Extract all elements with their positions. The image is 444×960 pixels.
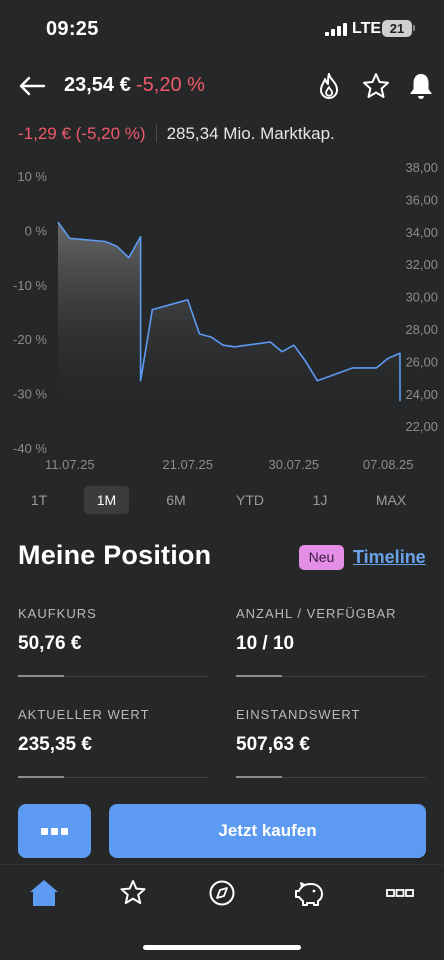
y-left-tick-label: -30 % (13, 387, 47, 402)
star-icon[interactable] (115, 876, 151, 910)
stat-value: 10 / 10 (236, 633, 295, 654)
stat-label: ANZAHL / VERFÜGBAR (236, 606, 397, 621)
tabbar-divider (0, 864, 444, 865)
range-tab-1j[interactable]: 1J (303, 486, 337, 514)
home-icon[interactable] (26, 876, 62, 910)
x-tick-label: 07.08.25 (363, 457, 414, 472)
y-right-tick-label: 26,00 (405, 354, 438, 369)
price-summary: -1,29 € (-5,20 %) 285,34 Mio. Marktkap. (18, 124, 335, 146)
x-tick-label: 30.07.25 (269, 457, 320, 472)
stat-purchase-price: KAUFKURS 50,76 € (18, 606, 208, 677)
stat-value: 507,63 € (236, 734, 310, 755)
y-left-tick-label: 0 % (25, 223, 48, 238)
star-icon[interactable] (360, 70, 392, 102)
y-right-tick-label: 38,00 (405, 160, 438, 175)
flame-icon[interactable] (313, 70, 345, 102)
stat-divider-highlight (236, 776, 282, 778)
y-left-tick-label: 10 % (17, 169, 47, 184)
stat-divider-highlight (18, 675, 64, 677)
buy-button[interactable]: Jetzt kaufen (109, 804, 426, 858)
y-right-tick-label: 22,00 (405, 419, 438, 434)
range-tab-ytd[interactable]: YTD (228, 486, 272, 514)
timeline-link[interactable]: Timeline (353, 547, 426, 568)
dot (51, 827, 58, 835)
status-bar: 09:25 LTE 21 (0, 0, 444, 56)
y-right-tick-label: 34,00 (405, 225, 438, 240)
range-tab-max[interactable]: MAX (368, 486, 414, 514)
bell-icon[interactable] (405, 70, 437, 102)
compass-icon[interactable] (204, 876, 240, 910)
range-tab-1t[interactable]: 1T (22, 486, 56, 514)
home-indicator (143, 945, 301, 950)
y-right-tick-label: 28,00 (405, 322, 438, 337)
stat-label: AKTUELLER WERT (18, 707, 150, 722)
battery-tip (413, 25, 415, 31)
new-badge: Neu (299, 545, 344, 570)
range-tab-1m[interactable]: 1M (84, 486, 129, 514)
y-right-tick-label: 36,00 (405, 192, 438, 207)
y-right-tick-label: 32,00 (405, 257, 438, 272)
y-left-tick-label: -10 % (13, 278, 47, 293)
stat-label: KAUFKURS (18, 606, 97, 621)
stat-quantity: ANZAHL / VERFÜGBAR 10 / 10 (236, 606, 426, 677)
position-title: Meine Position (18, 540, 212, 570)
chart-svg: 10 % 0 % -10 % -20 % -30 % -40 % 38,00 36,00 34… (13, 160, 438, 472)
dot (41, 827, 48, 835)
status-time: 09:25 (46, 18, 99, 40)
stat-divider-highlight (236, 675, 282, 677)
x-tick-label: 11.07.25 (45, 457, 95, 472)
range-selector: 1T 1M 6M YTD 1J MAX (0, 486, 444, 514)
y-left-tick-label: -40 % (13, 441, 47, 456)
network-label: LTE (352, 20, 382, 37)
stat-value: 235,35 € (18, 734, 92, 755)
stat-current-value: AKTUELLER WERT 235,35 € (18, 707, 208, 778)
y-left-tick-label: -20 % (13, 332, 47, 347)
header: 23,54 € -5,20 % (0, 62, 444, 110)
y-right-tick-label: 30,00 (405, 290, 438, 305)
header-price: 23,54 € (64, 74, 131, 96)
more-icon[interactable] (382, 876, 418, 910)
market-cap: 285,34 Mio. Marktkap. (166, 124, 335, 143)
absolute-change: -1,29 € (-5,20 %) (18, 124, 146, 143)
chart-area (58, 222, 400, 404)
header-change-pct: -5,20 % (136, 74, 205, 96)
stat-divider-highlight (18, 776, 64, 778)
stat-value: 50,76 € (18, 633, 82, 654)
range-tab-6m[interactable]: 6M (158, 486, 194, 514)
piggy-bank-icon[interactable] (292, 876, 328, 910)
y-right-tick-label: 24,00 (405, 387, 438, 402)
signal-icon (325, 23, 347, 36)
x-tick-label: 21.07.25 (162, 457, 213, 472)
stat-cost-basis: EINSTANDSWERT 507,63 € (236, 707, 426, 778)
back-arrow-icon[interactable] (16, 72, 48, 100)
more-actions-button[interactable] (18, 804, 91, 858)
battery-icon: 21 (382, 20, 412, 37)
stat-label: EINSTANDSWERT (236, 707, 361, 722)
divider (155, 124, 157, 142)
price-chart[interactable]: 10 % 0 % -10 % -20 % -30 % -40 % 38,00 36,00 34… (0, 156, 444, 478)
dot (61, 827, 68, 835)
